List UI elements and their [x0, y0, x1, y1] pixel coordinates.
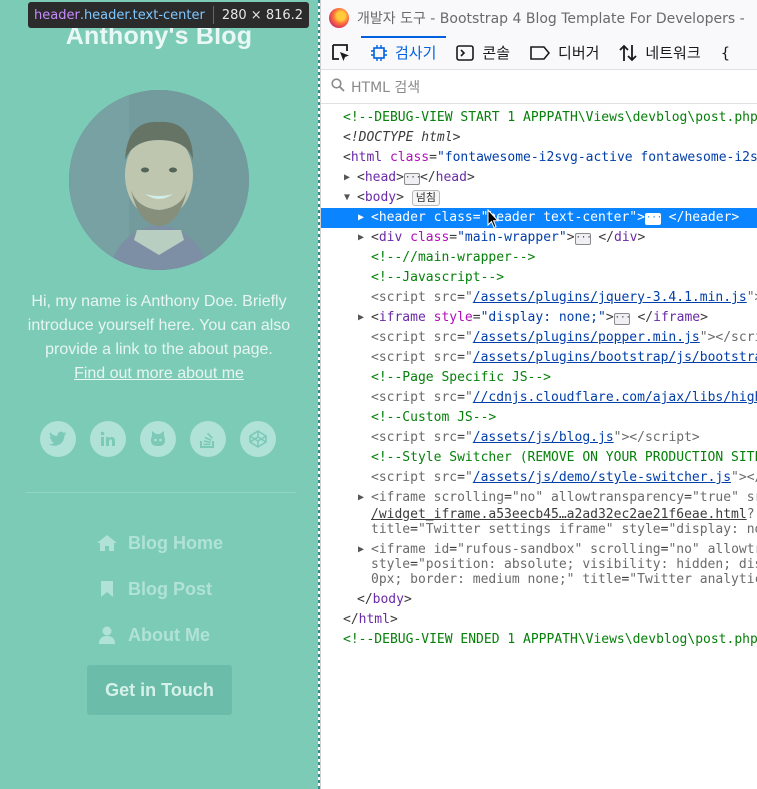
tab-label: 콘솔	[482, 44, 511, 62]
html-search-input[interactable]: HTML 검색	[351, 77, 420, 97]
social-links	[40, 421, 276, 457]
tab-more-label: {	[720, 43, 731, 62]
tree-row[interactable]: </body>	[321, 590, 757, 610]
element-picker-icon[interactable]	[321, 36, 361, 70]
github-icon[interactable]	[140, 421, 176, 457]
stackoverflow-icon[interactable]	[190, 421, 226, 457]
tree-row[interactable]: <!--Javascript-->	[321, 268, 757, 288]
devtools-toolbar: 검사기 콘솔 디버거 네트워크 {	[321, 35, 757, 70]
mouse-cursor-icon	[487, 209, 499, 229]
blog-nav: Blog Home Blog Post About Me	[96, 520, 223, 658]
search-icon	[331, 77, 345, 96]
tree-row[interactable]: <html class="fontawesome-i2svg-active fo…	[321, 148, 757, 168]
bookmark-icon	[96, 580, 118, 598]
tree-row[interactable]: <script src="/assets/plugins/jquery-3.4.…	[321, 288, 757, 308]
nav-about-me[interactable]: About Me	[96, 612, 223, 658]
tab-label: 네트워크	[645, 44, 701, 62]
tree-row[interactable]: ▼ <body> 넘침	[321, 188, 757, 208]
tree-row[interactable]: <script src="/assets/js/blog.js"></scrip…	[321, 428, 757, 448]
tree-row[interactable]: <!--//main-wrapper-->	[321, 248, 757, 268]
tree-row[interactable]: <script src="//cdnjs.cloudflare.com/ajax…	[321, 388, 757, 408]
get-in-touch-button[interactable]: Get in Touch	[87, 665, 232, 715]
tab-debugger[interactable]: 디버거	[520, 36, 609, 70]
tree-row[interactable]: <script src="/assets/plugins/bootstrap/j…	[321, 348, 757, 368]
devtools-panel: 개발자 도구 - Bootstrap 4 Blog Template For D…	[320, 0, 757, 789]
tree-row-selected[interactable]: ▶ <header class="header text-center">··· …	[321, 208, 757, 228]
nav-label: About Me	[128, 624, 210, 645]
tab-console[interactable]: 콘솔	[446, 36, 520, 70]
tree-row[interactable]: </html>	[321, 610, 757, 630]
tooltip-classes: .header.text-center	[79, 7, 205, 23]
console-icon	[456, 44, 475, 61]
tree-row[interactable]: title="Twitter settings iframe" style="d…	[321, 520, 757, 540]
collapsed-content-icon[interactable]: ···	[644, 213, 662, 225]
tree-row[interactable]: <script src="/assets/js/demo/style-switc…	[321, 468, 757, 488]
debugger-icon	[530, 45, 551, 60]
tab-more[interactable]: {	[711, 36, 741, 70]
linkedin-icon[interactable]	[90, 421, 126, 457]
firefox-logo-icon	[329, 8, 349, 28]
tooltip-separator	[212, 6, 214, 24]
user-icon	[96, 626, 118, 644]
tab-label: 검사기	[395, 44, 437, 62]
nav-blog-home[interactable]: Blog Home	[96, 520, 223, 566]
markup-tree: <!--DEBUG-VIEW START 1 APPPATH\Views\dev…	[321, 104, 757, 650]
nav-label: Blog Home	[128, 532, 224, 553]
collapsed-content-icon[interactable]: ···	[574, 233, 592, 245]
collapsed-content-icon[interactable]: ···	[613, 313, 631, 325]
intro-text: Hi, my name is Anthony Doe. Briefly intr…	[26, 290, 292, 386]
element-inspector-tooltip: header .header.text-center 280 × 816.2	[28, 2, 310, 28]
tree-row[interactable]: <!DOCTYPE html>	[321, 128, 757, 148]
tooltip-tag: header	[34, 7, 80, 23]
collapsed-content-icon[interactable]: ···	[403, 173, 421, 185]
tab-network[interactable]: 네트워크	[609, 36, 710, 70]
tree-row[interactable]: ▶ <div class="main-wrapper">··· </div>	[321, 228, 757, 248]
tab-label: 디버거	[558, 44, 600, 62]
blog-page-preview: Anthony's Blog Hi, my name is Anthony Do…	[0, 0, 318, 789]
devtools-window-title: 개발자 도구 - Bootstrap 4 Blog Template For D…	[357, 11, 745, 27]
tree-row[interactable]: <!--Style Switcher (REMOVE ON YOUR PRODU…	[321, 448, 757, 468]
twitter-icon[interactable]	[40, 421, 76, 457]
tree-row[interactable]: <!--Custom JS-->	[321, 408, 757, 428]
devtools-titlebar: 개발자 도구 - Bootstrap 4 Blog Template For D…	[321, 0, 757, 36]
tree-row[interactable]: <!--DEBUG-VIEW ENDED 1 APPPATH\Views\dev…	[321, 630, 757, 650]
tree-row[interactable]: 0px; border: medium none;" title="Twitte…	[321, 570, 757, 590]
tooltip-dimensions: 280 × 816.2	[221, 7, 304, 23]
tree-row[interactable]: <!--DEBUG-VIEW START 1 APPPATH\Views\dev…	[321, 108, 757, 128]
profile-avatar	[69, 90, 249, 270]
about-link[interactable]: Find out more about me	[74, 362, 244, 386]
tab-inspector[interactable]: 검사기	[361, 35, 447, 70]
inspector-icon	[371, 44, 387, 61]
overflow-badge[interactable]: 넘침	[411, 190, 441, 206]
tree-row[interactable]: ▶ <iframe style="display: none;">··· </if…	[321, 308, 757, 328]
intro-paragraph: Hi, my name is Anthony Doe. Briefly intr…	[27, 293, 291, 358]
network-icon	[619, 44, 638, 62]
nav-label: Blog Post	[128, 578, 212, 599]
codepen-icon[interactable]	[240, 421, 276, 457]
tree-row[interactable]: <script src="/assets/plugins/popper.min.…	[321, 328, 757, 348]
tree-row[interactable]: <!--Page Specific JS-->	[321, 368, 757, 388]
tree-row[interactable]: ▶ <head>···</head>	[321, 168, 757, 188]
nav-blog-post[interactable]: Blog Post	[96, 566, 223, 612]
home-icon	[96, 534, 118, 552]
sidebar-divider	[26, 492, 296, 493]
html-search-bar[interactable]: HTML 검색	[321, 70, 757, 104]
